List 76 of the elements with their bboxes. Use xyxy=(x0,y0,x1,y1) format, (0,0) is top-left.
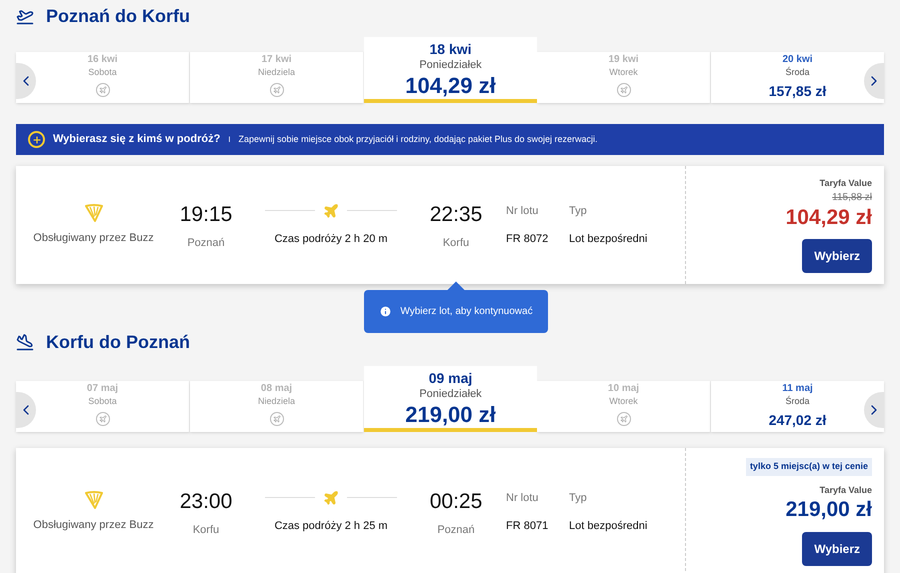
landing-icon xyxy=(16,333,34,351)
price-label: 219,00 zł xyxy=(405,401,496,430)
no-flight-icon xyxy=(96,82,110,97)
departure-time: 19:15 xyxy=(180,202,232,228)
arrival-city: Korfu xyxy=(442,236,470,250)
plane-icon xyxy=(323,490,339,506)
date-label: 10 maj xyxy=(608,383,640,396)
date-label: 08 maj xyxy=(260,383,292,396)
select-button[interactable]: Wybierz xyxy=(802,239,872,274)
price-label: 157,85 zł xyxy=(768,82,826,101)
date-label: 09 maj xyxy=(428,370,472,388)
fare-label: Taryfa Value xyxy=(820,176,872,190)
date-tab[interactable]: 09 maj Poniedziałek 219,00 zł xyxy=(364,366,537,432)
date-label: 11 maj xyxy=(782,383,813,396)
date-label: 18 kwi xyxy=(429,41,472,58)
arrival-city: Poznań xyxy=(437,522,475,538)
flight-number-label: Nr lotu xyxy=(506,490,540,506)
banner-separator: I xyxy=(228,134,231,146)
banner-text: Zapewnij sobie miejsce obok przyjaciół i rodziny, dodając pakiet Plus do swojej rezerwacji. xyxy=(238,132,598,146)
date-label: 07 maj xyxy=(86,383,118,396)
arrival-time: 00:25 xyxy=(430,489,482,515)
fare-label: Taryfa Value xyxy=(820,484,872,497)
plus-icon xyxy=(28,131,45,148)
date-label: 19 kwi xyxy=(608,54,639,66)
banner-title: Wybierasz się z kimś w podróż? xyxy=(53,132,220,148)
day-label: Wtorek xyxy=(609,396,638,407)
date-label: 20 kwi xyxy=(782,54,813,66)
flight-type: Lot bezpośredni xyxy=(569,232,648,247)
type-label: Typ xyxy=(569,204,588,218)
info-icon xyxy=(379,305,392,318)
date-tab[interactable]: 11 maj Środa 247,02 zł xyxy=(711,381,884,432)
price-label: 247,02 zł xyxy=(768,410,826,430)
operator-label: Obsługiwany przez Buzz xyxy=(33,518,154,533)
price-label: 104,29 zł xyxy=(786,205,872,232)
arrival-time: 22:35 xyxy=(430,202,482,228)
flight-type: Lot bezpośredni xyxy=(569,519,648,534)
day-label: Środa xyxy=(785,396,810,407)
departure-city: Korfu xyxy=(192,522,220,538)
takeoff-icon xyxy=(16,7,34,25)
operator-label: Obsługiwany przez Buzz xyxy=(33,230,154,246)
flight-number-label: Nr lotu xyxy=(506,204,540,218)
day-label: Poniedziałek xyxy=(419,58,482,72)
day-label: Niedziela xyxy=(258,396,296,407)
day-label: Sobota xyxy=(88,396,117,407)
departure-city: Poznań xyxy=(187,236,225,250)
day-label: Wtorek xyxy=(609,66,638,78)
type-label: Typ xyxy=(569,490,588,506)
select-button[interactable]: Wybierz xyxy=(802,532,872,566)
section-title: Korfu do Poznań xyxy=(46,330,190,354)
no-flight-icon xyxy=(270,412,284,426)
harp-logo-icon xyxy=(84,490,104,509)
price-label: 219,00 zł xyxy=(786,497,872,524)
no-flight-icon xyxy=(270,82,284,97)
day-label: Niedziela xyxy=(258,66,296,78)
plane-icon xyxy=(323,202,339,219)
no-flight-icon xyxy=(616,82,630,97)
harp-logo-icon xyxy=(84,204,104,222)
tooltip-text: Wybierz lot, aby kontynuować xyxy=(400,305,533,319)
duration-label: Czas podróży 2 h 25 m xyxy=(274,518,388,534)
duration-label: Czas podróży 2 h 20 m xyxy=(274,232,388,247)
no-flight-icon xyxy=(96,412,110,426)
day-label: Poniedziałek xyxy=(419,388,482,402)
day-label: Środa xyxy=(785,66,810,78)
no-flight-icon xyxy=(616,412,630,426)
date-label: 16 kwi xyxy=(87,54,118,66)
section-title: Poznań do Korfu xyxy=(46,4,190,28)
seats-left-badge: tylko 5 miejsc(a) w tej cenie xyxy=(746,458,872,476)
departure-time: 23:00 xyxy=(180,489,232,515)
date-label: 17 kwi xyxy=(261,54,292,66)
price-label: 104,29 zł xyxy=(405,72,496,100)
flight-number: FR 8071 xyxy=(506,519,550,534)
day-label: Sobota xyxy=(88,66,117,78)
date-tab[interactable]: 18 kwi Poniedziałek 104,29 zł xyxy=(364,37,537,103)
flight-number: FR 8072 xyxy=(506,232,550,247)
date-tab[interactable]: 20 kwi Środa 157,85 zł xyxy=(711,52,884,103)
old-price: 115,88 zł xyxy=(832,191,872,206)
